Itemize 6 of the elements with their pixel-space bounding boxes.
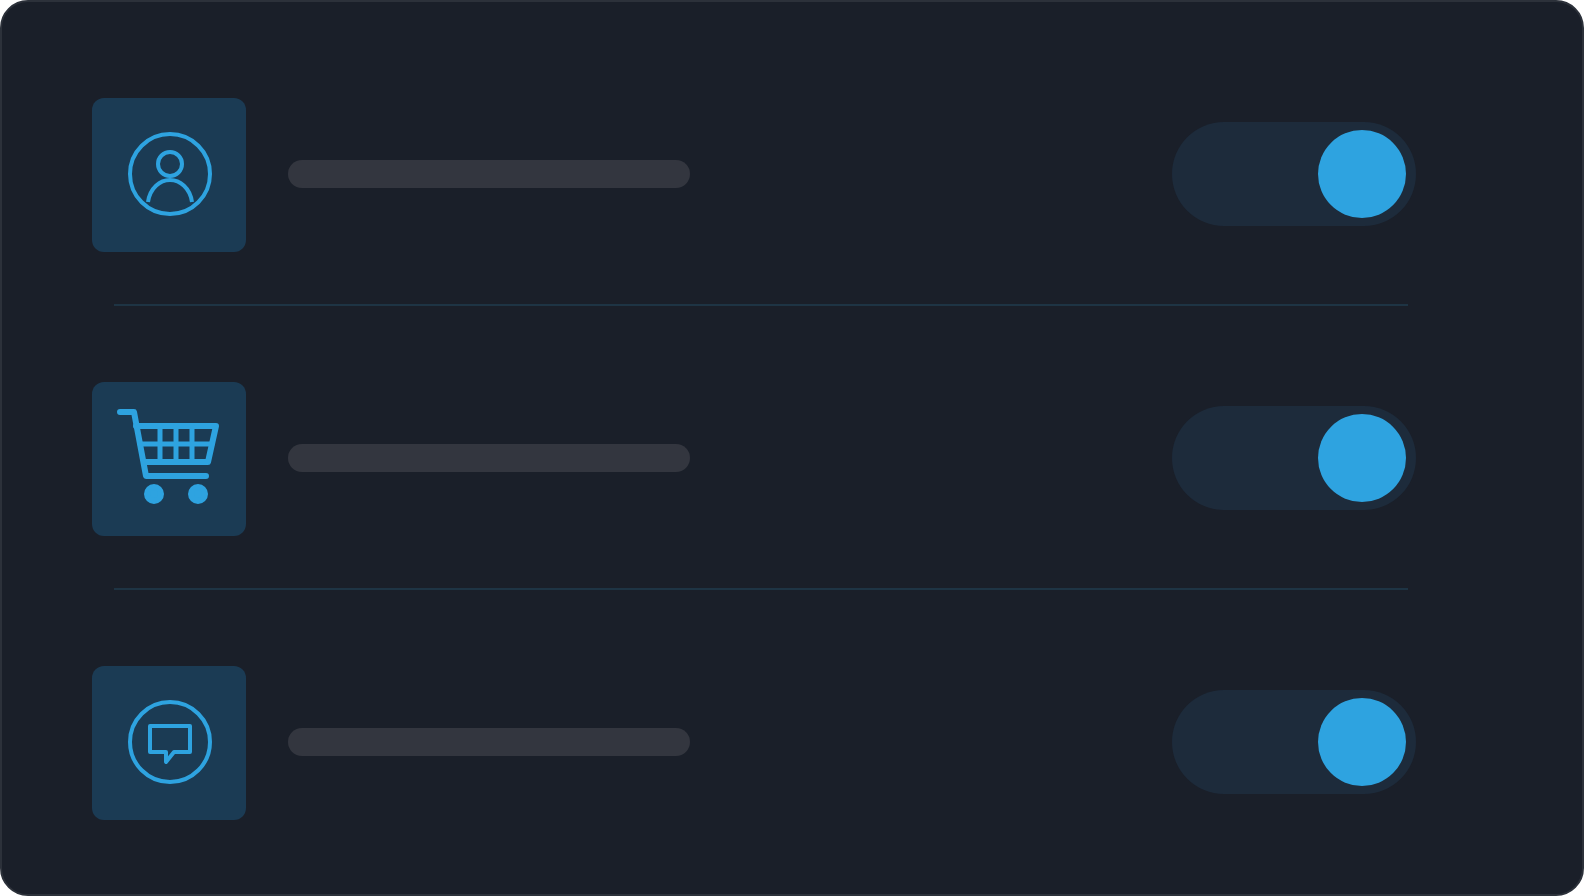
chat-icon — [125, 698, 213, 786]
toggle-switch[interactable] — [1172, 690, 1416, 794]
toggle-switch[interactable] — [1172, 122, 1416, 226]
cart-icon — [115, 406, 223, 510]
user-icon — [125, 130, 213, 218]
toggle-switch[interactable] — [1172, 406, 1416, 510]
